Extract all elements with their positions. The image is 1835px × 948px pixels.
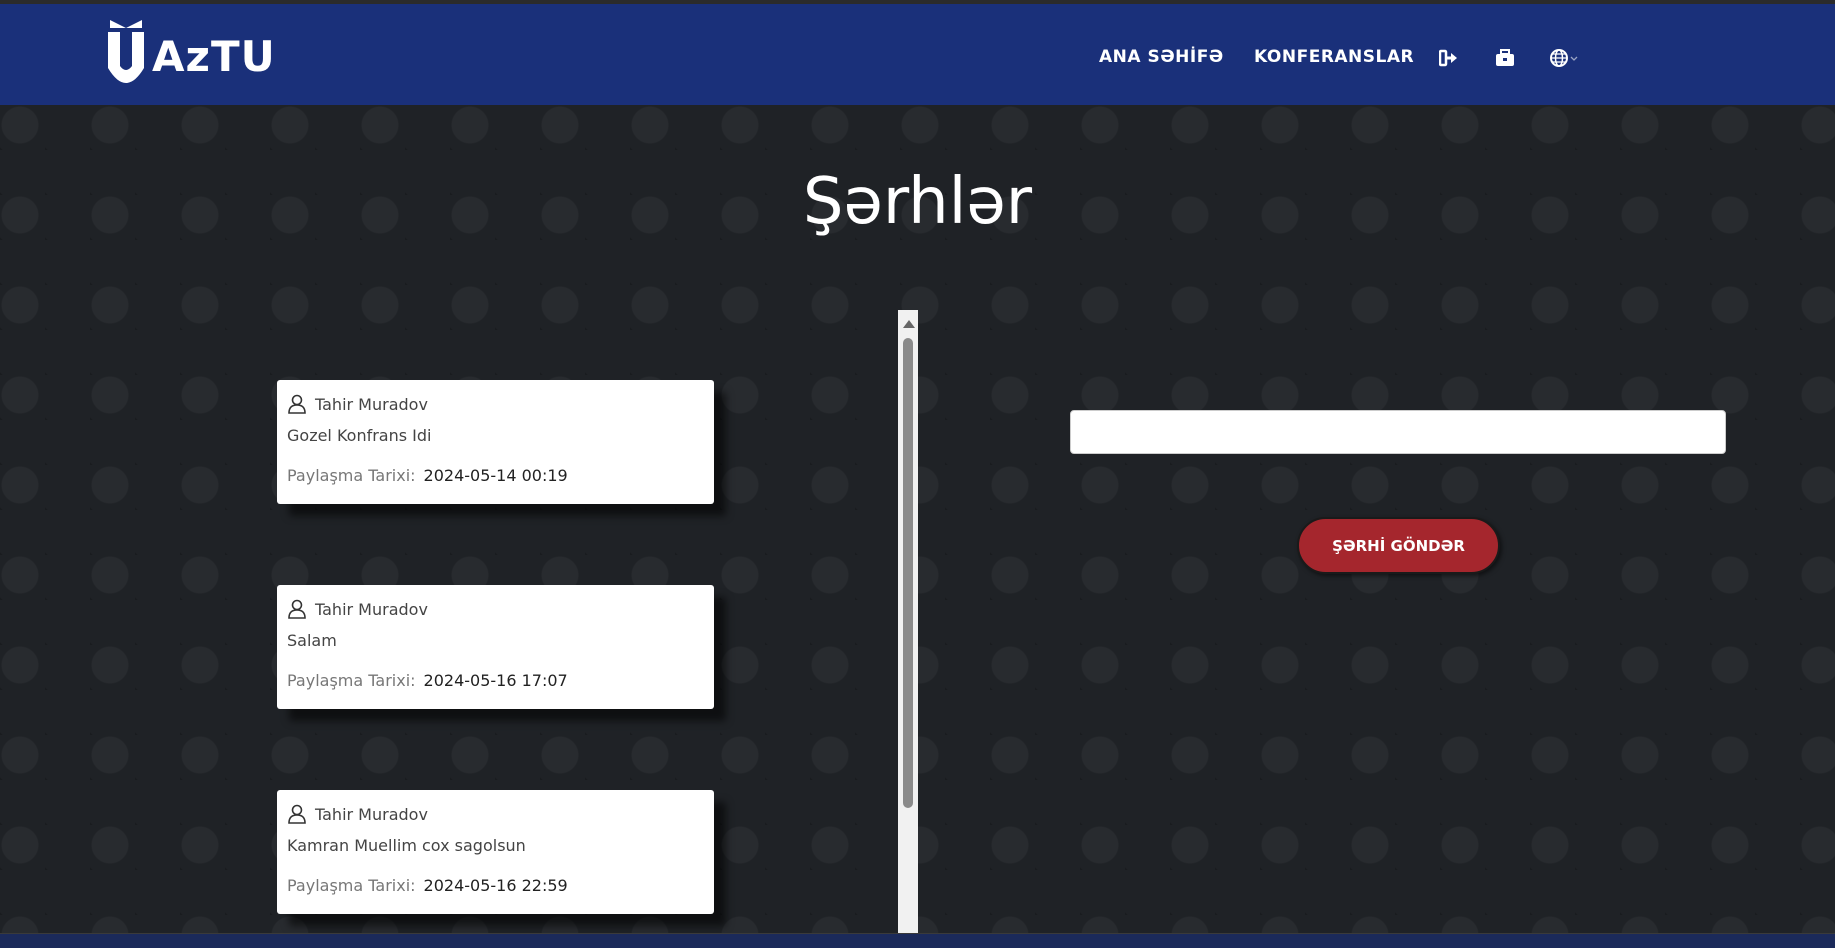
taskbar (0, 933, 1835, 948)
user-icon (288, 804, 306, 824)
logo-text: AzTU (152, 31, 276, 81)
comment-author: Tahir Muradov (315, 804, 428, 824)
comment-card: Tahir Muradov Salam Paylaşma Tarixi: 2024… (277, 585, 714, 709)
page-title: Şərhlər (802, 165, 1033, 239)
comment-input[interactable] (1070, 410, 1726, 454)
comment-date-label: Paylaşma Tarixi: (287, 876, 416, 895)
aztu-logo[interactable]: AzTU (106, 16, 276, 96)
aztu-shield-icon (108, 20, 144, 83)
comment-card: Tahir Muradov Gozel Konfrans Idi Paylaşm… (277, 380, 714, 504)
comment-date-label: Paylaşma Tarixi: (287, 671, 416, 690)
comment-date-row: Paylaşma Tarixi: 2024-05-14 00:19 (287, 466, 568, 485)
comment-date: 2024-05-16 17:07 (423, 671, 568, 690)
comment-author-row: Tahir Muradov (287, 394, 428, 414)
scroll-up-arrow-icon[interactable] (903, 320, 915, 328)
comment-text: Salam (287, 631, 337, 650)
comment-date-row: Paylaşma Tarixi: 2024-05-16 22:59 (287, 876, 568, 895)
globe-icon[interactable] (1549, 46, 1583, 70)
comment-author-row: Tahir Muradov (287, 804, 428, 824)
nav-conferences-link[interactable]: KONFERANSLAR (1254, 47, 1414, 67)
comment-author: Tahir Muradov (315, 394, 428, 414)
toolbox-icon[interactable] (1493, 46, 1517, 70)
scrollbar-thumb[interactable] (903, 338, 913, 808)
comment-date: 2024-05-16 22:59 (423, 876, 568, 895)
user-icon (288, 599, 306, 619)
comments-scrollbar[interactable] (898, 310, 918, 933)
sign-out-icon[interactable] (1437, 46, 1461, 70)
comment-text: Gozel Konfrans Idi (287, 426, 432, 445)
comment-card: Tahir Muradov Kamran Muellim cox sagolsu… (277, 790, 714, 914)
submit-comment-button[interactable]: ŞƏRHİ GÖNDƏR (1297, 517, 1500, 574)
navbar: AzTU ANA SƏHİFƏ KONFERANSLAR (0, 4, 1835, 105)
comment-date-label: Paylaşma Tarixi: (287, 466, 416, 485)
comment-author-row: Tahir Muradov (287, 599, 428, 619)
user-icon (288, 394, 306, 414)
nav-home-link[interactable]: ANA SƏHİFƏ (1099, 47, 1224, 67)
comment-date-row: Paylaşma Tarixi: 2024-05-16 17:07 (287, 671, 568, 690)
comment-author: Tahir Muradov (315, 599, 428, 619)
comment-date: 2024-05-14 00:19 (423, 466, 568, 485)
comment-text: Kamran Muellim cox sagolsun (287, 836, 526, 855)
